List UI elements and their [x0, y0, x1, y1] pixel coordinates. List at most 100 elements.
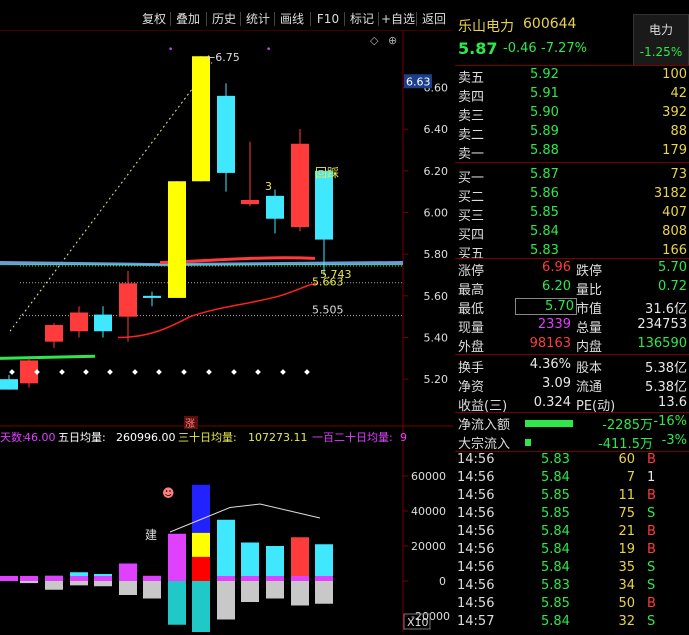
- orderbook-volume: 73: [670, 167, 687, 182]
- candle-body[interactable]: [143, 295, 161, 298]
- volume-bar-cap: [0, 576, 18, 581]
- orderbook-volume: 407: [662, 205, 687, 220]
- chart-area[interactable]: ◇ ⊕ 5.20 5.40 5.60 5.80 6.00 6.20 6.40 6.60 6.63 ←6…: [0, 29, 453, 635]
- candle-body[interactable]: [70, 312, 88, 332]
- toolbar-btn-7[interactable]: +自选: [380, 10, 416, 28]
- trade-price: 5.85: [541, 488, 570, 503]
- volume-bar-cap: [217, 576, 235, 581]
- chart-toolbar: 复权 叠加 历史 统计 画线 F10 标记 +自选 返回: [0, 8, 453, 30]
- orderbook-volume: 392: [662, 105, 687, 120]
- price-tick-label: 5.60: [424, 290, 449, 303]
- candle-body[interactable]: [192, 56, 210, 182]
- top-marker: •: [266, 45, 271, 55]
- diamond-icon[interactable]: ◇: [370, 34, 379, 47]
- stat-label: 市值: [576, 302, 603, 317]
- stat-value: 13.6: [658, 395, 687, 410]
- orderbook-price: 5.85: [530, 205, 559, 220]
- volume-bar-cap: [266, 576, 284, 581]
- toolbar-separator: [274, 12, 275, 26]
- stat-value: 5.38亿: [645, 380, 687, 395]
- kline-chart[interactable]: ◇ ⊕5.205.405.605.806.006.206.406.606.63←6…: [0, 29, 453, 635]
- price-tick-label: 6.40: [424, 123, 449, 136]
- toolbar-btn-8[interactable]: 返回: [418, 10, 450, 28]
- toolbar-btn-0[interactable]: 复权: [138, 10, 170, 28]
- toolbar-btn-6[interactable]: 标记: [346, 10, 378, 28]
- stat-value: 6.20: [542, 279, 571, 294]
- candle-body[interactable]: [45, 325, 63, 342]
- stat-value: 3.09: [542, 376, 571, 391]
- divider: [455, 258, 689, 259]
- stat-value: 5.38亿: [645, 361, 687, 376]
- stat-value: 0.324: [533, 395, 571, 410]
- candle-body[interactable]: [0, 379, 18, 390]
- trade-time: 14:56: [457, 560, 495, 575]
- trade-volume: 19: [618, 542, 635, 557]
- high-label: ←6.75: [206, 51, 240, 64]
- candle-body[interactable]: [119, 283, 137, 317]
- price-tick-label: 5.40: [424, 332, 449, 345]
- stat-value: 4.36%: [529, 357, 571, 372]
- toolbar-btn-3[interactable]: 统计: [242, 10, 274, 28]
- trade-price: 5.84: [541, 524, 570, 539]
- volume-header-text: 一百二十日均量:: [312, 430, 393, 444]
- trade-side: S: [647, 614, 656, 629]
- sector-change: -1.25%: [639, 45, 683, 59]
- volume-bar-cap: [45, 576, 63, 581]
- toolbar-separator: [206, 12, 207, 26]
- toolbar-btn-4[interactable]: 画线: [276, 10, 308, 28]
- orderbook-label: 卖三: [458, 109, 485, 124]
- volume-bar: [168, 533, 186, 581]
- volume-bar-negative: [241, 581, 259, 602]
- flow-value: -411.5万: [598, 437, 653, 452]
- volume-bar: [192, 532, 210, 557]
- toolbar-btn-5[interactable]: F10: [312, 10, 344, 28]
- volume-bar-negative: [70, 581, 88, 586]
- volume-header-text: 五日均量:: [58, 431, 106, 444]
- candle-body[interactable]: [266, 195, 284, 219]
- candle-body[interactable]: [291, 143, 309, 228]
- trade-price: 5.84: [541, 470, 570, 485]
- candle-body[interactable]: [315, 170, 333, 240]
- orderbook-volume: 179: [662, 143, 687, 158]
- current-price-label: 6.63: [406, 75, 431, 88]
- flow-pct: -3%: [661, 433, 687, 448]
- trade-time: 14:56: [457, 578, 495, 593]
- volume-bar-negative: [143, 581, 161, 599]
- orderbook-label: 卖一: [458, 147, 485, 162]
- trade-volume: 60: [618, 452, 635, 467]
- trade-volume: 11: [618, 488, 635, 503]
- trade-side: B: [647, 596, 656, 611]
- stat-value: 6.96: [542, 260, 571, 275]
- candle-body[interactable]: [217, 95, 235, 173]
- flow-value: -2285万: [602, 418, 653, 433]
- orderbook-price: 5.90: [530, 105, 559, 120]
- volume-tick-label: 20000: [411, 540, 446, 553]
- settings-icon[interactable]: ⊕: [388, 34, 397, 47]
- trade-volume: 34: [618, 578, 635, 593]
- orderbook-volume: 88: [670, 124, 687, 139]
- toolbar-btn-2[interactable]: 历史: [208, 10, 240, 28]
- candle-body[interactable]: [168, 181, 186, 298]
- orderbook-volume: 808: [662, 224, 687, 239]
- volume-bar-negative: [266, 581, 284, 599]
- volume-bar-negative: [45, 581, 63, 590]
- divider: [455, 65, 689, 66]
- candle-body[interactable]: [241, 200, 259, 205]
- flow-bar: [525, 420, 573, 427]
- orderbook-label: 买一: [458, 171, 485, 186]
- volume-bar-negative: [315, 581, 333, 604]
- sector-name: 电力: [648, 23, 673, 37]
- sector-box[interactable]: 电力 -1.25%: [633, 14, 689, 66]
- stat-label: 涨停: [458, 264, 485, 279]
- stat-label: 净资: [458, 380, 485, 395]
- volume-bar: [266, 546, 284, 581]
- candle-body[interactable]: [94, 314, 112, 332]
- orderbook-price: 5.88: [530, 143, 559, 158]
- toolbar-btn-1[interactable]: 叠加: [172, 10, 204, 28]
- orderbook-label: 卖五: [458, 71, 485, 86]
- trade-price: 5.84: [541, 560, 570, 575]
- orderbook-volume: 42: [670, 86, 687, 101]
- trade-side: S: [647, 560, 656, 575]
- volume-bar-cap: [315, 576, 333, 581]
- toolbar-separator: [378, 12, 379, 26]
